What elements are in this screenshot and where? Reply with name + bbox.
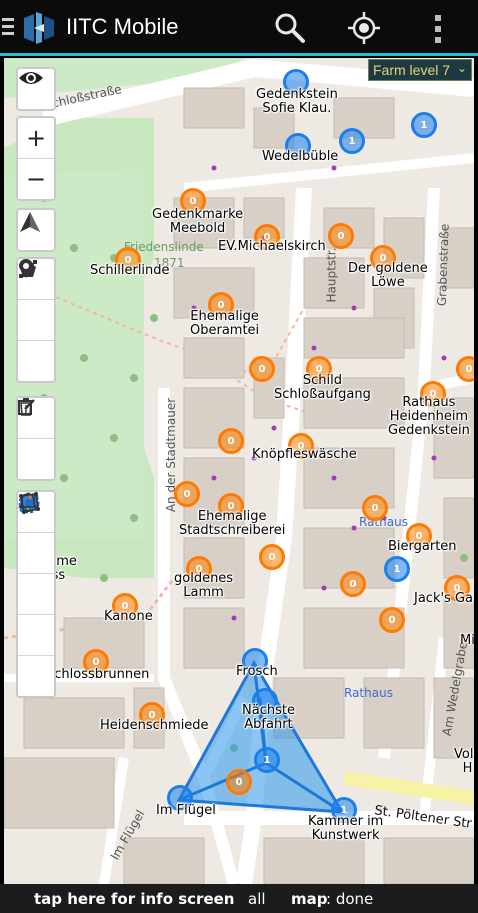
street-label: Rathaus [344,686,393,700]
zoom-toolbar: + − [16,116,56,201]
chevron-down-icon: ⌄ [456,61,467,75]
draw-polygon-icon[interactable] [18,261,54,341]
filter-status: all [248,890,266,908]
eye-icon[interactable] [18,69,54,109]
portal-label: Ehemalige Stadtschreiberei [179,509,286,538]
plugin-toolbar [16,490,56,698]
portal-label: goldenes Lamm [174,571,234,600]
info-screen-link[interactable]: tap here for info screen [34,890,234,908]
menu-icon[interactable] [2,18,14,38]
portal-label: Mi [460,633,474,648]
portal-marker[interactable]: 1 [411,112,437,138]
app-title: IITC Mobile [66,14,179,39]
portal-label: Schlossbrunnen [46,667,150,682]
portal-highlight-icon[interactable] [18,492,54,574]
portal-marker[interactable]: 1 [384,556,410,582]
layers-toggle-toolbar [16,67,56,111]
portal-label: Ehemalige Oberamtei [190,309,260,338]
portal-marker[interactable]: 0 [362,495,388,521]
portal-label: Knöpfleswäsche [252,447,357,462]
portal-label: Der goldene Löwe [348,261,428,290]
portal-label: Nächste Abfahrt [242,703,295,732]
portal-label: EV.Michaelskirch [218,239,326,254]
map-view[interactable]: Schloßstraße Hauptstr. Grabenstraße An d… [4,58,474,884]
zoom-in-button[interactable]: + [18,118,54,159]
portal-label: Gedenkmarke Meebold [152,207,244,236]
compass-icon[interactable] [18,210,54,250]
map-background [4,58,474,884]
app-bar: IITC Mobile [0,0,478,56]
portal-marker[interactable]: 0 [328,223,354,249]
portal-marker[interactable]: 0 [249,356,275,382]
portal-marker[interactable]: 0 [340,571,366,597]
portal-label: Kammer im Kunstwerk [308,814,384,843]
portal-label: Frosch [236,664,278,679]
iitc-logo-icon [24,12,54,44]
status-bar[interactable]: tap here for info screen all map : done [0,884,478,913]
compass-toolbar [16,208,56,252]
draw-marker-icon[interactable] [18,259,54,381]
street-label: Grabenstraße [434,223,452,307]
portal-label: Kanone [104,609,153,624]
portal-label: Biergarten [388,539,457,554]
trash-icon[interactable] [18,398,54,479]
locate-icon[interactable] [346,10,382,46]
portal-label: Schild Schloßaufgang [274,373,371,402]
farm-level-label: Farm level 7 [373,62,451,78]
edit-toolbar [16,396,56,481]
street-label: Hauptstr. [324,247,339,303]
map-status-key: map [291,890,328,908]
portal-marker[interactable]: 1 [254,747,280,773]
more-icon[interactable] [428,12,448,46]
portal-label: Volk H [454,747,474,776]
portal-marker[interactable]: 1 [339,128,365,154]
portal-label: Rathaus Heidenheim Gedenkstein [388,395,470,438]
portal-label: Gedenkstein Sofie Klau. [256,87,338,116]
zoom-out-button[interactable]: − [18,159,54,199]
link-icon[interactable] [18,493,54,615]
portal-marker[interactable]: 0 [379,607,405,633]
portal-label: Im Flügel [156,803,216,818]
portal-label: Wedelbüble [262,149,339,164]
portal-label: Schillerlinde [90,263,170,278]
portal-marker[interactable]: 0 [174,481,200,507]
portal-marker[interactable]: 0 [259,544,285,570]
portal-marker[interactable]: 0 [226,769,252,795]
portal-label: Heidenschmiede [100,718,209,733]
bell-icon[interactable] [18,493,54,696]
search-icon[interactable] [272,10,308,46]
draw-toolbar [16,257,56,383]
farm-level-select[interactable]: Farm level 7 ⌄ [368,59,472,81]
portal-marker[interactable]: 0 [218,428,244,454]
map-status-value: : done [326,890,374,908]
portal-label: Jack's Ga [414,591,473,606]
polygon-select-icon[interactable] [18,492,54,656]
